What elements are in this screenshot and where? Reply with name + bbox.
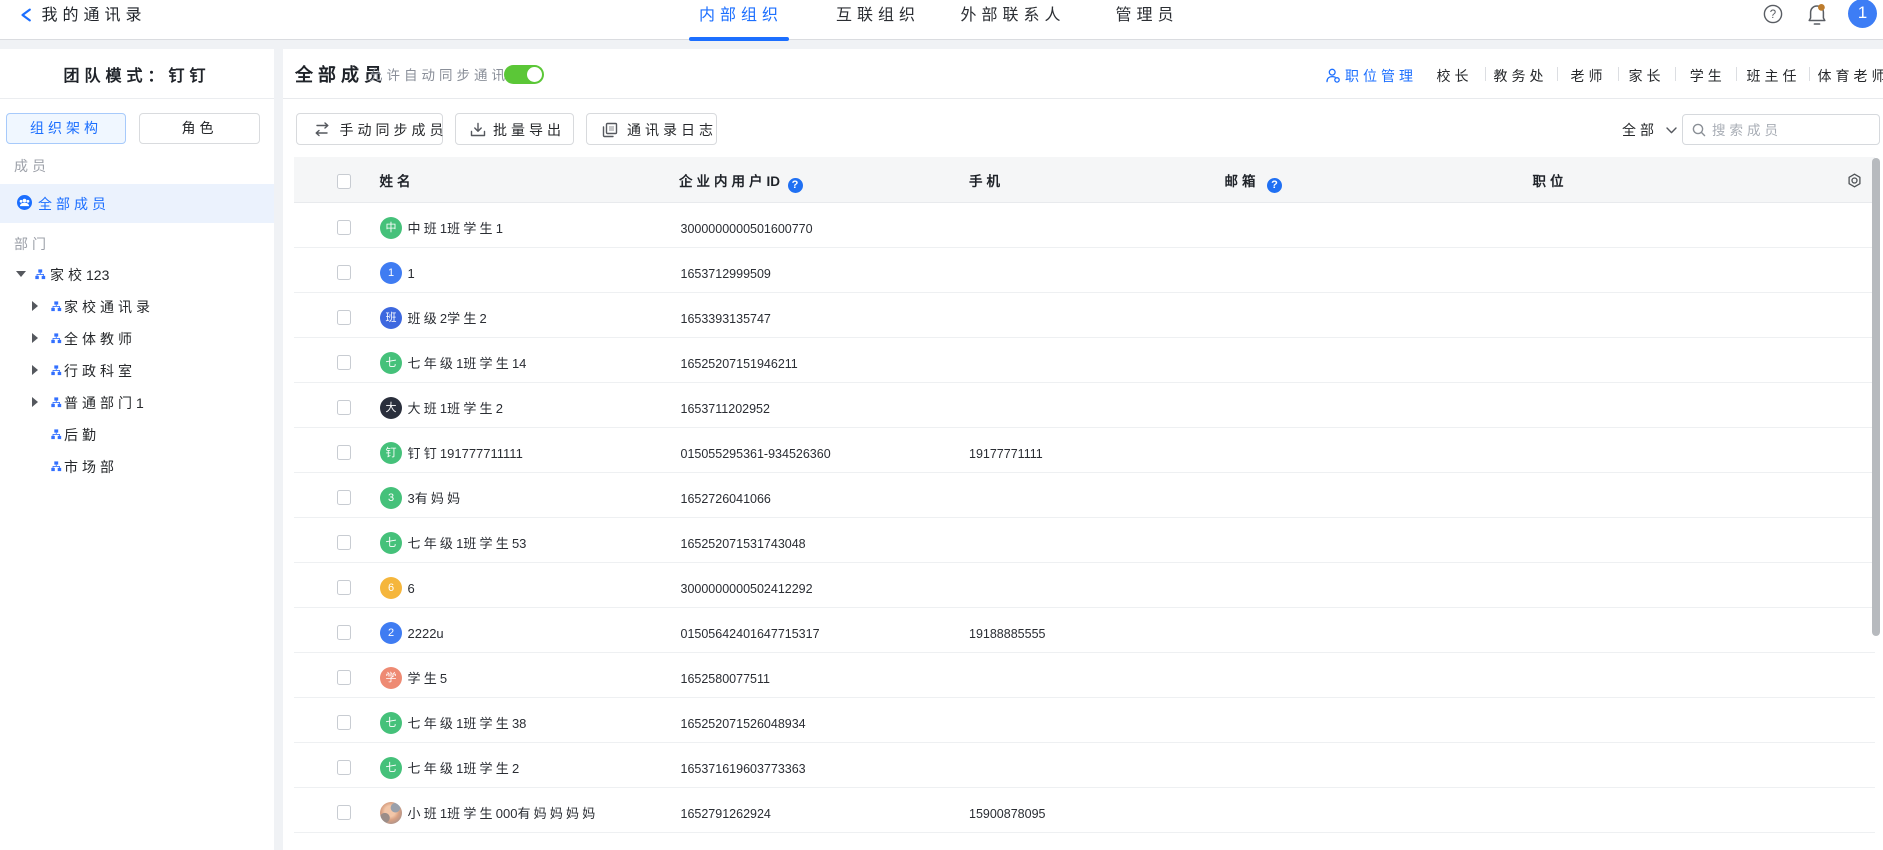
svg-text:?: ?: [1770, 9, 1776, 21]
